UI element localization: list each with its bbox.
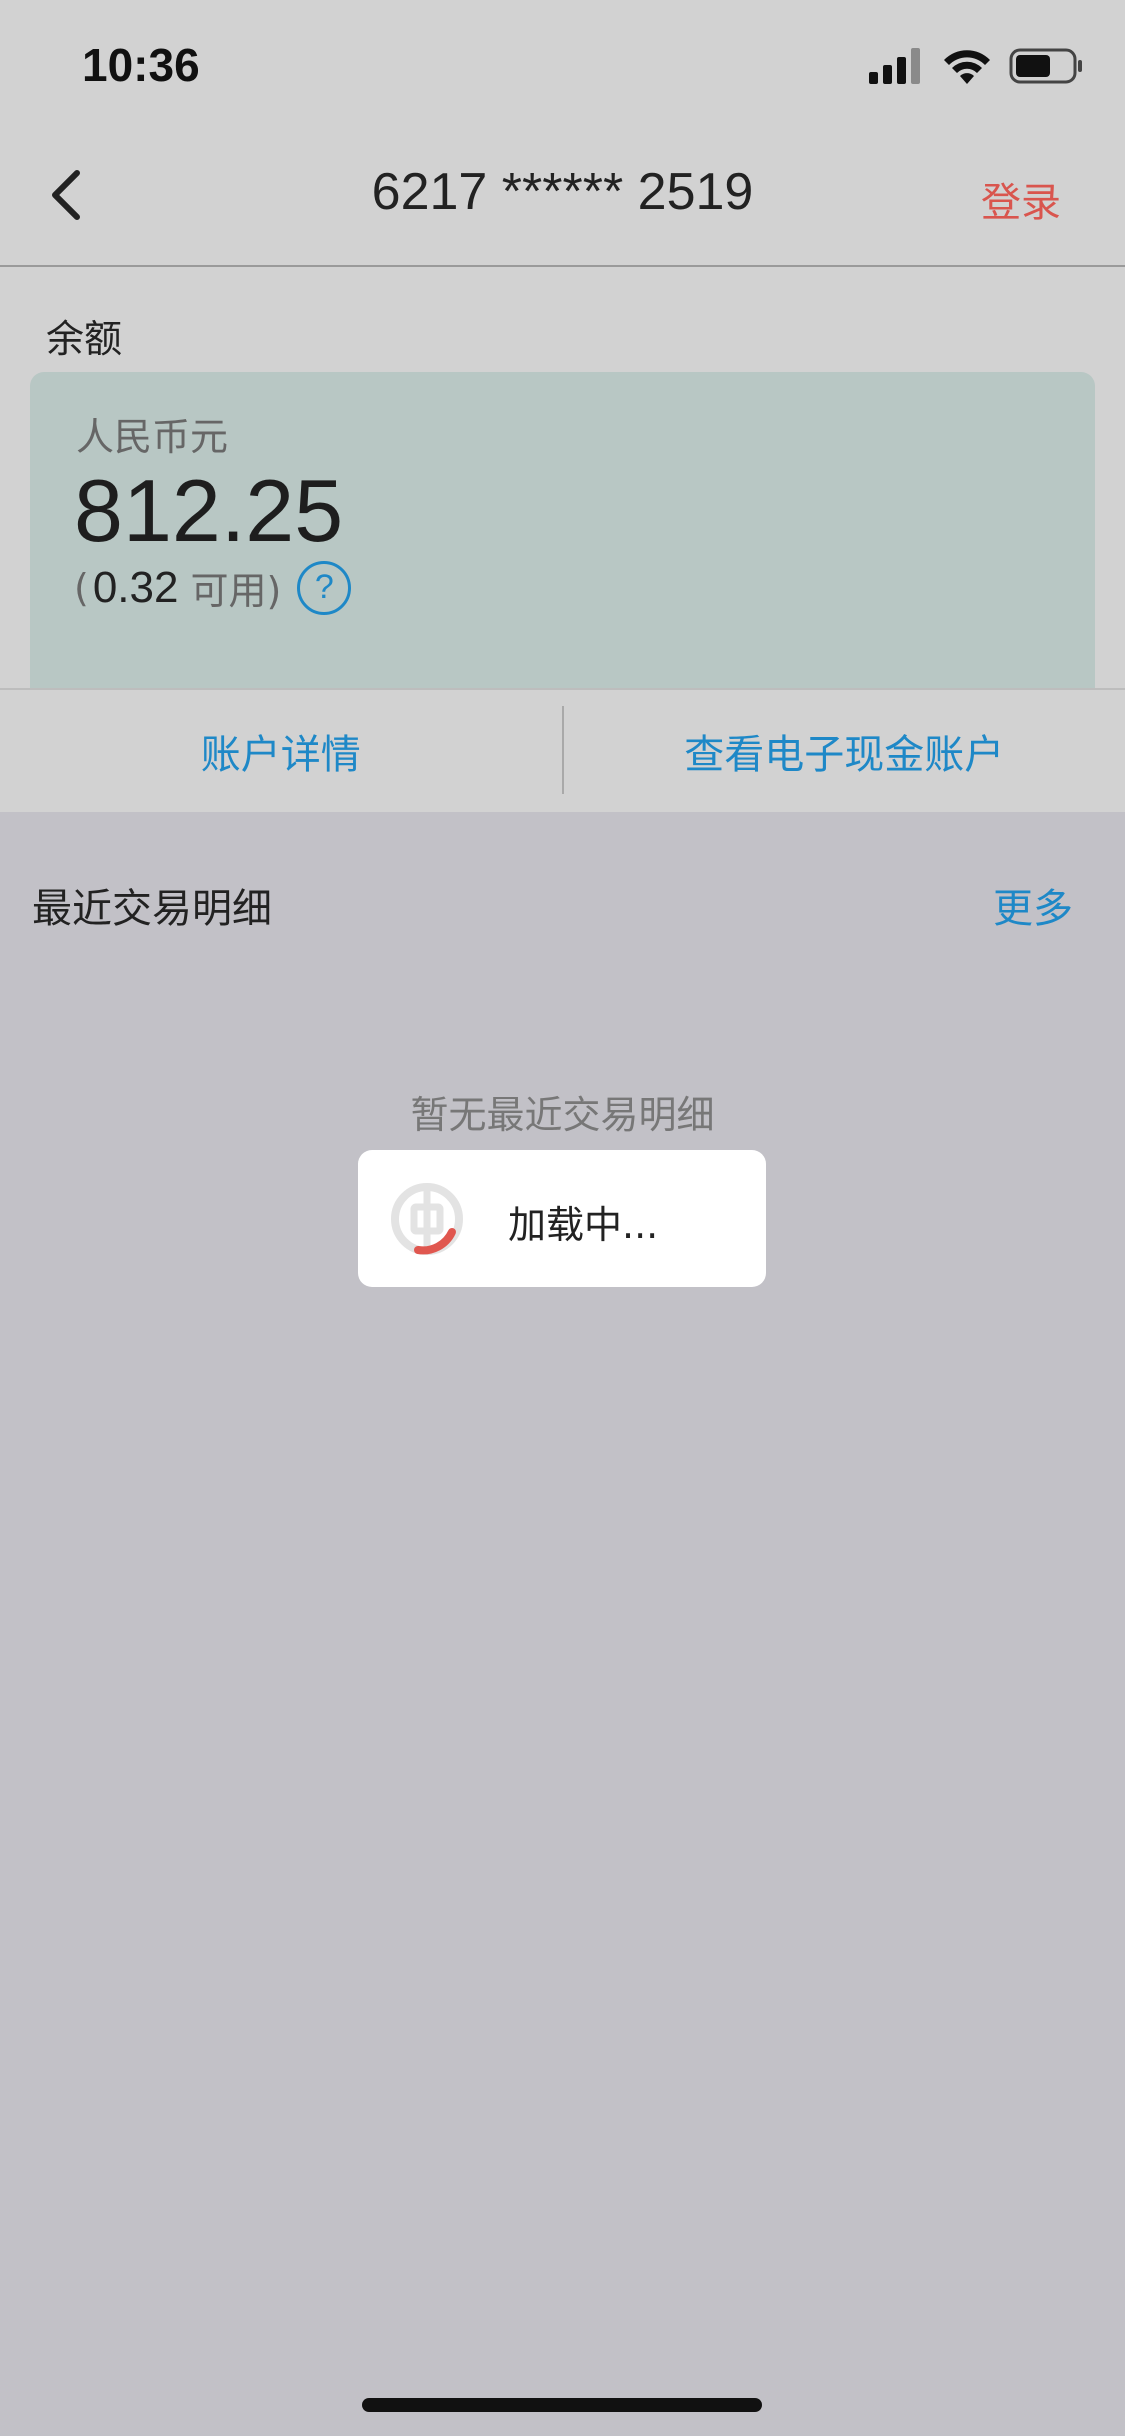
available-open-paren: ( [74,565,89,610]
battery-icon [1009,48,1082,84]
empty-state-text: 暂无最近交易明细 [410,1093,715,1137]
available-label: 可用) [190,569,282,613]
actions-bar: 账户详情 查看电子现金账户 [0,688,1125,812]
available-row: ( 0.32 可用) ? [74,560,352,615]
nav-bar: 6217 ****** 2519 登录 [0,130,1125,267]
currency-label: 人民币元 [76,415,229,459]
balance-label: 余额 [46,317,123,361]
more-link[interactable]: 更多 [993,876,1073,934]
balance-card: 人民币元 812.25 ( 0.32 可用) ? [30,372,1095,688]
recent-transactions-title: 最近交易明细 [32,886,272,932]
help-icon[interactable]: ? [297,560,352,615]
loading-toast: 加载中... [358,1150,766,1287]
status-bar: 10:36 [0,0,1125,130]
bank-logo-spinner-icon [391,1183,463,1255]
view-ecash-account-button[interactable]: 查看电子现金账户 [564,690,1125,812]
signal-icon [869,48,920,84]
login-button[interactable]: 登录 [981,170,1061,228]
available-value: 0.32 [92,562,179,612]
top-area: 10:36 6217 ****** 2519 登录 余额 人民币元 812.25… [0,0,1125,812]
loading-text: 加载中... [508,1203,659,1247]
screen: 10:36 6217 ****** 2519 登录 余额 人民币元 812.25… [0,0,1125,2436]
home-indicator [362,2398,762,2412]
balance-amount: 812.25 [74,461,344,560]
page-title: 6217 ****** 2519 [371,163,754,221]
status-time: 10:36 [82,39,200,91]
recent-transactions-header: 最近交易明细 更多 [0,870,1125,940]
status-icons [869,48,1083,84]
account-details-button[interactable]: 账户详情 [0,690,562,812]
wifi-icon [944,50,990,84]
